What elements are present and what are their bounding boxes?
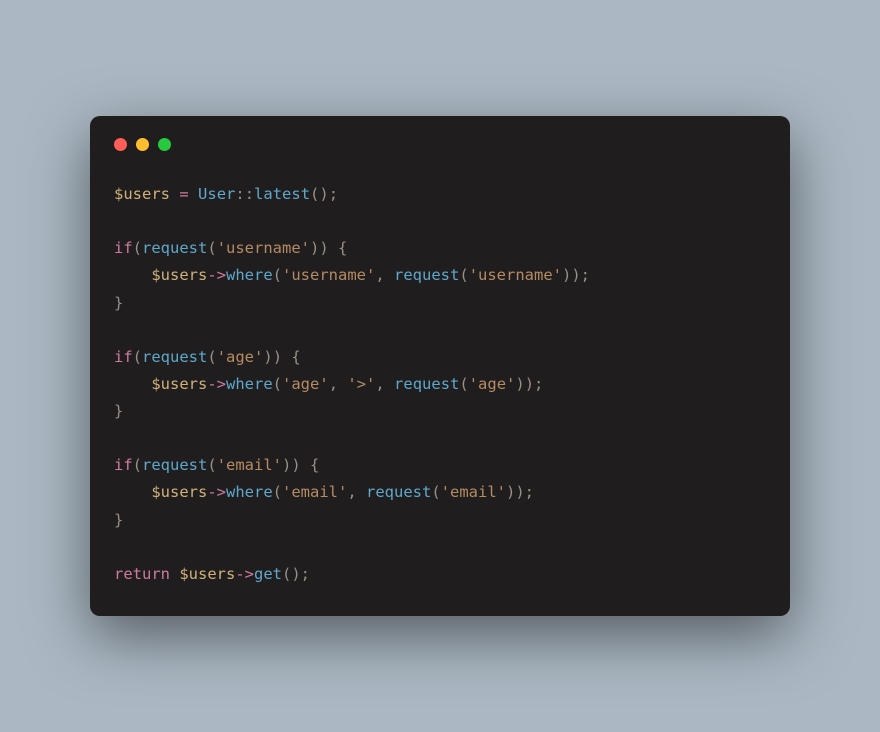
code-token: ));	[562, 266, 590, 284]
minimize-icon[interactable]	[136, 138, 149, 151]
code-token: (	[459, 266, 468, 284]
code-token: if	[114, 348, 133, 366]
code-token: request	[142, 239, 207, 257]
code-token: where	[226, 483, 273, 501]
zoom-icon[interactable]	[158, 138, 171, 151]
code-token: (	[133, 239, 142, 257]
code-block: $users = User::latest(); if(request('use…	[114, 163, 766, 588]
code-token: (	[273, 483, 282, 501]
code-token: 'email'	[282, 483, 347, 501]
code-token: 'username'	[282, 266, 375, 284]
code-token: (	[207, 239, 216, 257]
code-token: )) {	[310, 239, 347, 257]
code-token: )) {	[263, 348, 300, 366]
code-token: ,	[375, 266, 394, 284]
code-token	[114, 375, 151, 393]
traffic-lights	[114, 134, 766, 163]
code-token: (	[459, 375, 468, 393]
code-token: (	[207, 456, 216, 474]
code-token: ();	[282, 565, 310, 583]
code-token: (	[273, 266, 282, 284]
code-token: return	[114, 565, 170, 583]
code-token: ();	[310, 185, 338, 203]
code-token: request	[142, 348, 207, 366]
code-token: 'email'	[441, 483, 506, 501]
code-token: ::	[235, 185, 254, 203]
code-token: 'age'	[217, 348, 264, 366]
code-token: (	[431, 483, 440, 501]
code-token: 'age'	[282, 375, 329, 393]
code-token: $users	[179, 565, 235, 583]
code-token: ->	[235, 565, 254, 583]
code-token: $users	[151, 483, 207, 501]
code-token: =	[179, 185, 188, 203]
code-token: }	[114, 402, 123, 420]
code-token: where	[226, 375, 273, 393]
code-token: if	[114, 456, 133, 474]
code-token: (	[273, 375, 282, 393]
code-token: request	[394, 266, 459, 284]
code-token	[170, 185, 179, 203]
code-token: $users	[151, 375, 207, 393]
code-token: 'username'	[217, 239, 310, 257]
code-token: ,	[329, 375, 348, 393]
code-token	[170, 565, 179, 583]
code-token: ,	[375, 375, 394, 393]
code-token	[114, 483, 151, 501]
code-token: )) {	[282, 456, 319, 474]
code-token: request	[142, 456, 207, 474]
code-token: 'age'	[469, 375, 516, 393]
code-token: 'email'	[217, 456, 282, 474]
code-window: $users = User::latest(); if(request('use…	[90, 116, 790, 616]
code-token: User	[198, 185, 235, 203]
code-token: latest	[254, 185, 310, 203]
code-token: if	[114, 239, 133, 257]
code-token: ->	[207, 375, 226, 393]
code-token	[189, 185, 198, 203]
code-token: (	[133, 348, 142, 366]
code-token: $users	[151, 266, 207, 284]
code-token: }	[114, 511, 123, 529]
code-token: get	[254, 565, 282, 583]
code-token: (	[207, 348, 216, 366]
code-token: ->	[207, 266, 226, 284]
code-token: ));	[506, 483, 534, 501]
code-token: '>'	[347, 375, 375, 393]
code-token: request	[366, 483, 431, 501]
code-token: (	[133, 456, 142, 474]
code-token: ->	[207, 483, 226, 501]
code-token: ));	[515, 375, 543, 393]
code-token: request	[394, 375, 459, 393]
code-token: ,	[347, 483, 366, 501]
code-token	[114, 266, 151, 284]
code-token: }	[114, 294, 123, 312]
code-token: where	[226, 266, 273, 284]
close-icon[interactable]	[114, 138, 127, 151]
code-token: 'username'	[469, 266, 562, 284]
code-token: $users	[114, 185, 170, 203]
